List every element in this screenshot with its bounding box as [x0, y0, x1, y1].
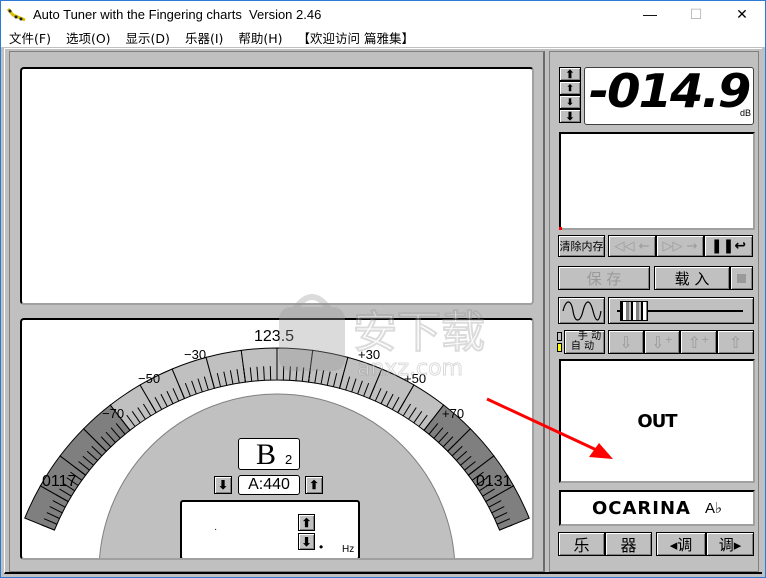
instrument-button-left[interactable]: 乐: [558, 532, 605, 556]
maximize-icon: ☐: [689, 5, 703, 22]
rewind-button[interactable]: ◁◁ ←: [608, 235, 656, 257]
semitone-down-button[interactable]: ⇩⁺: [644, 330, 680, 354]
maximize-button[interactable]: ☐: [673, 1, 719, 27]
output-display: OUT: [559, 359, 755, 483]
level-up-large-button[interactable]: ⬆: [559, 67, 581, 81]
scale-label-plus50: +50: [404, 371, 427, 386]
note-display: B 2: [238, 438, 300, 471]
key-previous-button[interactable]: ◂调: [656, 532, 706, 556]
instrument-button-right[interactable]: 器: [605, 532, 652, 556]
load-button[interactable]: 载 入: [654, 266, 730, 290]
sine-wave-icon: [561, 300, 602, 321]
semitone-up-button[interactable]: ⇧⁺: [680, 330, 717, 354]
hz-unit-label: Hz: [342, 544, 355, 555]
note-octave: 2: [285, 452, 293, 467]
stop-icon: [737, 273, 746, 283]
reference-pitch-display: A:440: [238, 475, 300, 495]
close-button[interactable]: ✕: [719, 1, 765, 27]
instrument-display: OCARINA A♭: [559, 490, 755, 526]
frequency-up-button[interactable]: ⬆: [298, 514, 315, 531]
arrow-up-icon: ⬆: [301, 515, 312, 530]
level-display: -014.9 dB: [584, 64, 754, 125]
left-frequency-label: 0117: [42, 473, 77, 490]
arrow-down-icon: ⬇: [217, 478, 229, 492]
auto-label: 自 动: [570, 341, 595, 352]
auto-manual-toggle-button[interactable]: 手 动 自 动: [564, 330, 605, 354]
level-up-small-button[interactable]: ⬆: [559, 81, 581, 95]
frequency-dot: •: [319, 540, 324, 554]
auto-indicator: [557, 343, 562, 352]
frequency-down-button[interactable]: ⬇: [298, 533, 315, 550]
volume-slider[interactable]: [608, 297, 754, 324]
level-unit: dB: [740, 108, 752, 118]
waveform-toggle-button[interactable]: [558, 297, 605, 324]
app-window: Auto Tuner with the Fingering charts Ver…: [0, 0, 766, 578]
menu-help[interactable]: 帮助(H): [230, 28, 289, 47]
save-button[interactable]: 保 存: [558, 266, 650, 290]
meter-segment: [276, 347, 314, 383]
menu-bar: 文件(F) 选项(O) 显示(D) 乐器(I) 帮助(H) 【欢迎访问 篇雅集】: [1, 27, 765, 47]
menu-file[interactable]: 文件(F): [1, 28, 58, 47]
output-label: OUT: [637, 410, 677, 432]
frequency-display: · ⬆ ⬇ • Hz: [180, 500, 360, 558]
scale-label-plus70: +70: [442, 406, 465, 421]
key-next-button[interactable]: 调▸: [706, 532, 754, 556]
arrow-up-icon: ⬆: [308, 478, 320, 492]
close-icon: ✕: [736, 5, 748, 22]
level-down-small-button[interactable]: ⬇: [559, 95, 581, 109]
arrow-up-icon: ⬆: [565, 68, 575, 81]
scale-label-minus70: −70: [102, 406, 125, 421]
left-pane: 123.5 0117 0131 −70 −50 −30 +30 +50 +70 …: [9, 51, 545, 572]
forward-button[interactable]: ▷▷ →: [656, 235, 704, 257]
pause-return-icon: ❚❚↩: [710, 238, 747, 254]
octave-down-button[interactable]: ⇩: [608, 330, 644, 354]
level-value: -014.9: [589, 64, 751, 118]
clear-memory-button[interactable]: 清除内存: [558, 235, 605, 257]
arrow-up-icon: ⬆: [566, 82, 574, 93]
reference-down-button[interactable]: ⬇: [214, 476, 232, 494]
right-frequency-label: 0131: [476, 473, 512, 490]
center-frequency-label: 123.5: [254, 328, 295, 345]
right-pane: ⬆ ⬆ ⬇ ⬇ -014.9 dB 清除内存 ◁◁ ← ▷▷ → ❚❚↩ 保 存…: [549, 51, 759, 572]
arrow-down-icon: ⬇: [566, 96, 574, 107]
minimize-button[interactable]: —: [627, 1, 673, 27]
scale-label-plus30: +30: [358, 347, 381, 362]
scale-label-minus30: −30: [184, 347, 207, 362]
title-bar: Auto Tuner with the Fingering charts Ver…: [1, 1, 765, 27]
slider-thumb[interactable]: [620, 301, 648, 321]
menu-options[interactable]: 选项(O): [58, 28, 118, 47]
arrow-up-plus-icon: ⇧⁺: [687, 332, 710, 352]
waveform-marker: [559, 227, 562, 230]
note-name: B: [256, 438, 277, 471]
menu-welcome-link[interactable]: 【欢迎访问 篇雅集】: [290, 28, 421, 47]
arrow-down-icon: ⬇: [565, 110, 575, 123]
stop-button[interactable]: [730, 266, 753, 290]
octave-up-button[interactable]: ⇧: [717, 330, 754, 354]
menu-display[interactable]: 显示(D): [118, 28, 177, 47]
fingering-chart-display: [20, 67, 534, 305]
arrow-down-icon: ⬇: [301, 534, 312, 549]
reference-up-button[interactable]: ⬆: [305, 476, 323, 494]
level-down-large-button[interactable]: ⬇: [559, 109, 581, 123]
meter-segment: [240, 347, 278, 383]
rewind-icon: ◁◁ ←: [614, 238, 650, 254]
fast-forward-icon: ▷▷ →: [662, 238, 698, 254]
manual-indicator: [557, 332, 562, 341]
scale-label-minus50: −50: [138, 371, 161, 386]
minimize-icon: —: [643, 6, 657, 22]
tuning-fork-app-icon: [7, 8, 26, 22]
arrow-up-outline-icon: ⇧: [728, 332, 743, 352]
menu-instrument[interactable]: 乐器(I): [177, 28, 230, 47]
client-area: 123.5 0117 0131 −70 −50 −30 +30 +50 +70 …: [4, 48, 762, 574]
arrow-down-outline-icon: ⇩: [619, 332, 633, 352]
pause-return-button[interactable]: ❚❚↩: [704, 235, 753, 257]
tuner-meter-panel: 123.5 0117 0131 −70 −50 −30 +30 +50 +70 …: [20, 318, 534, 560]
frequency-dot: ·: [214, 524, 218, 535]
arrow-down-plus-icon: ⇩⁺: [651, 332, 673, 352]
window-title: Auto Tuner with the Fingering charts Ver…: [33, 6, 322, 22]
waveform-display: [559, 132, 755, 230]
instrument-key: A♭: [704, 500, 723, 517]
instrument-name: OCARINA: [591, 497, 691, 519]
